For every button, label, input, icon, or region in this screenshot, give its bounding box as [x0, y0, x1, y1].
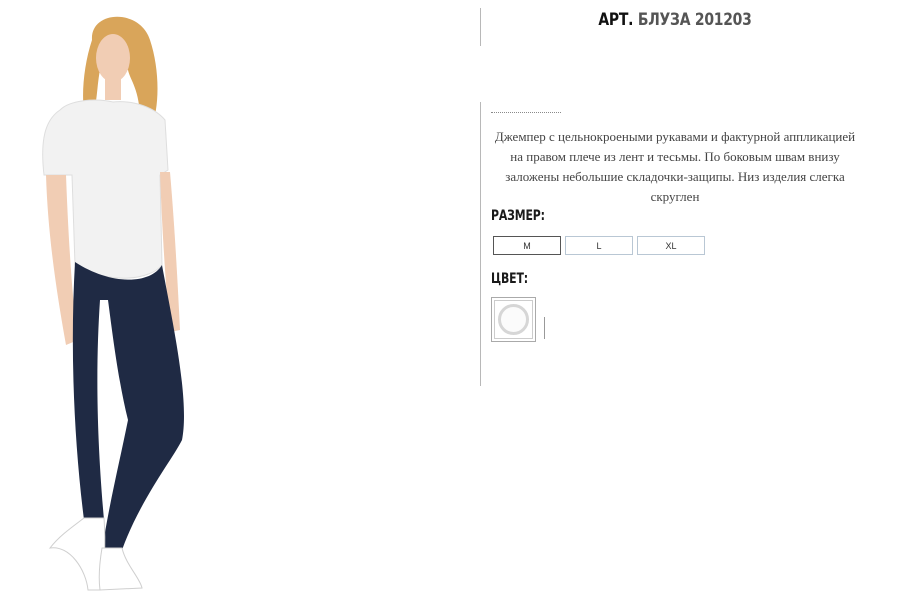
color-swatch-white[interactable]	[491, 297, 536, 342]
title-name: БЛУЗА 201203	[637, 10, 752, 30]
title-prefix: АРТ.	[598, 10, 634, 30]
size-label: РАЗМЕР:	[491, 208, 545, 224]
size-button-xl[interactable]: XL	[637, 236, 705, 255]
vertical-divider-top	[480, 8, 481, 46]
product-photo	[0, 0, 300, 601]
color-label: ЦВЕТ:	[491, 271, 528, 287]
vertical-divider-bottom	[480, 102, 481, 386]
dotted-separator	[491, 112, 561, 113]
swatch-separator	[544, 317, 545, 339]
model-image	[42, 16, 184, 591]
size-options: M L XL	[493, 236, 705, 255]
swatch-circle-icon	[498, 304, 529, 335]
product-description: Джемпер с цельнокроеными рукавами и факт…	[494, 129, 856, 204]
product-title: АРТ. БЛУЗА 201203	[515, 10, 835, 30]
size-button-l[interactable]: L	[565, 236, 633, 255]
size-button-m[interactable]: M	[493, 236, 561, 255]
